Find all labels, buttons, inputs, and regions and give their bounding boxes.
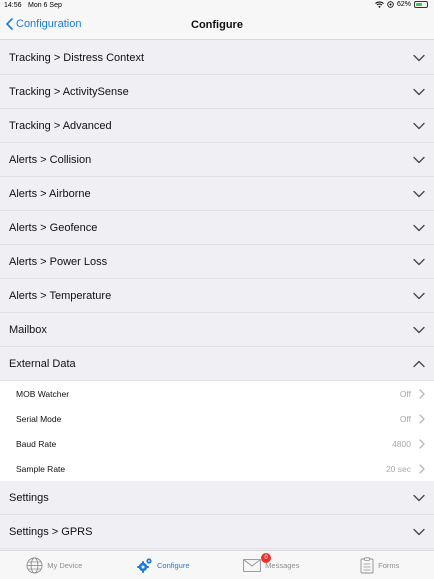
chevron-up-icon xyxy=(413,360,425,367)
setting-value: Off xyxy=(399,413,411,424)
chevron-down-icon xyxy=(413,326,425,333)
chevron-down-icon xyxy=(413,54,425,61)
chevron-down-icon xyxy=(413,494,425,501)
setting-sample-rate[interactable]: Sample Rate 20 sec xyxy=(0,456,434,481)
section-settings[interactable]: Settings xyxy=(0,481,434,515)
section-label: Alerts > Power Loss xyxy=(9,255,108,268)
tab-my-device[interactable]: My Device xyxy=(0,551,109,579)
section-label: Alerts > Geofence xyxy=(9,221,98,234)
wifi-icon xyxy=(375,1,384,8)
chevron-right-icon xyxy=(419,463,425,474)
section-label: Mailbox xyxy=(9,323,47,336)
section-label: Tracking > Advanced xyxy=(9,119,112,132)
tab-messages[interactable]: 0 Messages xyxy=(217,551,326,579)
section-label: External Data xyxy=(9,357,76,370)
chevron-right-icon xyxy=(419,388,425,399)
section-tracking-advanced[interactable]: Tracking > Advanced xyxy=(0,109,434,143)
chevron-down-icon xyxy=(413,122,425,129)
chevron-down-icon xyxy=(413,156,425,163)
section-label: Alerts > Temperature xyxy=(9,289,112,302)
section-settings-gprs[interactable]: Settings > GPRS xyxy=(0,515,434,549)
navigation-bar: Configuration Configure xyxy=(0,12,434,40)
setting-baud-rate[interactable]: Baud Rate 4800 xyxy=(0,431,434,456)
tab-forms[interactable]: Forms xyxy=(326,551,434,579)
section-tracking-distress-context[interactable]: Tracking > Distress Context xyxy=(0,41,434,75)
tab-label: Messages xyxy=(265,560,300,570)
section-tracking-activitysense[interactable]: Tracking > ActivitySense xyxy=(0,75,434,109)
chevron-down-icon xyxy=(413,88,425,95)
setting-label: MOB Watcher xyxy=(16,388,70,399)
setting-label: Baud Rate xyxy=(16,438,57,449)
gear-icon xyxy=(137,557,152,573)
status-time: 14:56 xyxy=(4,2,22,9)
section-alerts-geofence[interactable]: Alerts > Geofence xyxy=(0,211,434,245)
tab-label: Configure xyxy=(156,560,190,570)
envelope-icon xyxy=(243,558,262,572)
setting-label: Sample Rate xyxy=(16,463,66,474)
section-label: Tracking > Distress Context xyxy=(9,51,144,64)
chevron-down-icon xyxy=(413,258,425,265)
section-label: Settings > GPRS xyxy=(9,525,93,538)
section-mailbox[interactable]: Mailbox xyxy=(0,313,434,347)
section-alerts-airborne[interactable]: Alerts > Airborne xyxy=(0,177,434,211)
clipboard-icon xyxy=(360,556,374,573)
tab-bar: My Device Configure 0 Messages Forms xyxy=(0,550,434,579)
chevron-right-icon xyxy=(419,413,425,424)
chevron-right-icon xyxy=(419,438,425,449)
tab-label: Forms xyxy=(378,560,400,570)
status-date: Mon 6 Sep xyxy=(28,2,62,9)
battery-percent: 62% xyxy=(396,1,411,8)
setting-serial-mode[interactable]: Serial Mode Off xyxy=(0,406,434,431)
chevron-down-icon xyxy=(413,190,425,197)
page-title: Configure xyxy=(191,19,243,31)
section-label: Alerts > Airborne xyxy=(9,187,91,200)
messages-badge: 0 xyxy=(261,553,271,563)
setting-value: Off xyxy=(399,388,411,399)
setting-mob-watcher[interactable]: MOB Watcher Off xyxy=(0,381,434,406)
section-alerts-temperature[interactable]: Alerts > Temperature xyxy=(0,279,434,313)
setting-value: 4800 xyxy=(392,438,411,449)
battery-level xyxy=(416,3,423,6)
tab-configure[interactable]: Configure xyxy=(109,551,218,579)
setting-value: 20 sec xyxy=(385,463,411,474)
section-label: Settings xyxy=(9,491,49,504)
section-label: Alerts > Collision xyxy=(9,153,92,166)
status-indicators: 62% xyxy=(375,1,428,8)
section-label: Tracking > ActivitySense xyxy=(9,85,129,98)
section-alerts-power-loss[interactable]: Alerts > Power Loss xyxy=(0,245,434,279)
section-external-data[interactable]: External Data xyxy=(0,347,434,381)
section-alerts-collision[interactable]: Alerts > Collision xyxy=(0,143,434,177)
globe-icon xyxy=(26,557,43,573)
chevron-down-icon xyxy=(413,292,425,299)
battery-icon xyxy=(414,1,428,8)
status-bar: 14:56 Mon 6 Sep 62% xyxy=(0,0,434,12)
chevron-down-icon xyxy=(413,528,425,535)
chevron-down-icon xyxy=(413,224,425,231)
location-lock-icon xyxy=(387,1,394,8)
setting-label: Serial Mode xyxy=(16,413,62,424)
settings-list: Tracking > Distress Context Tracking > A… xyxy=(0,41,434,549)
tab-label: My Device xyxy=(47,560,83,570)
